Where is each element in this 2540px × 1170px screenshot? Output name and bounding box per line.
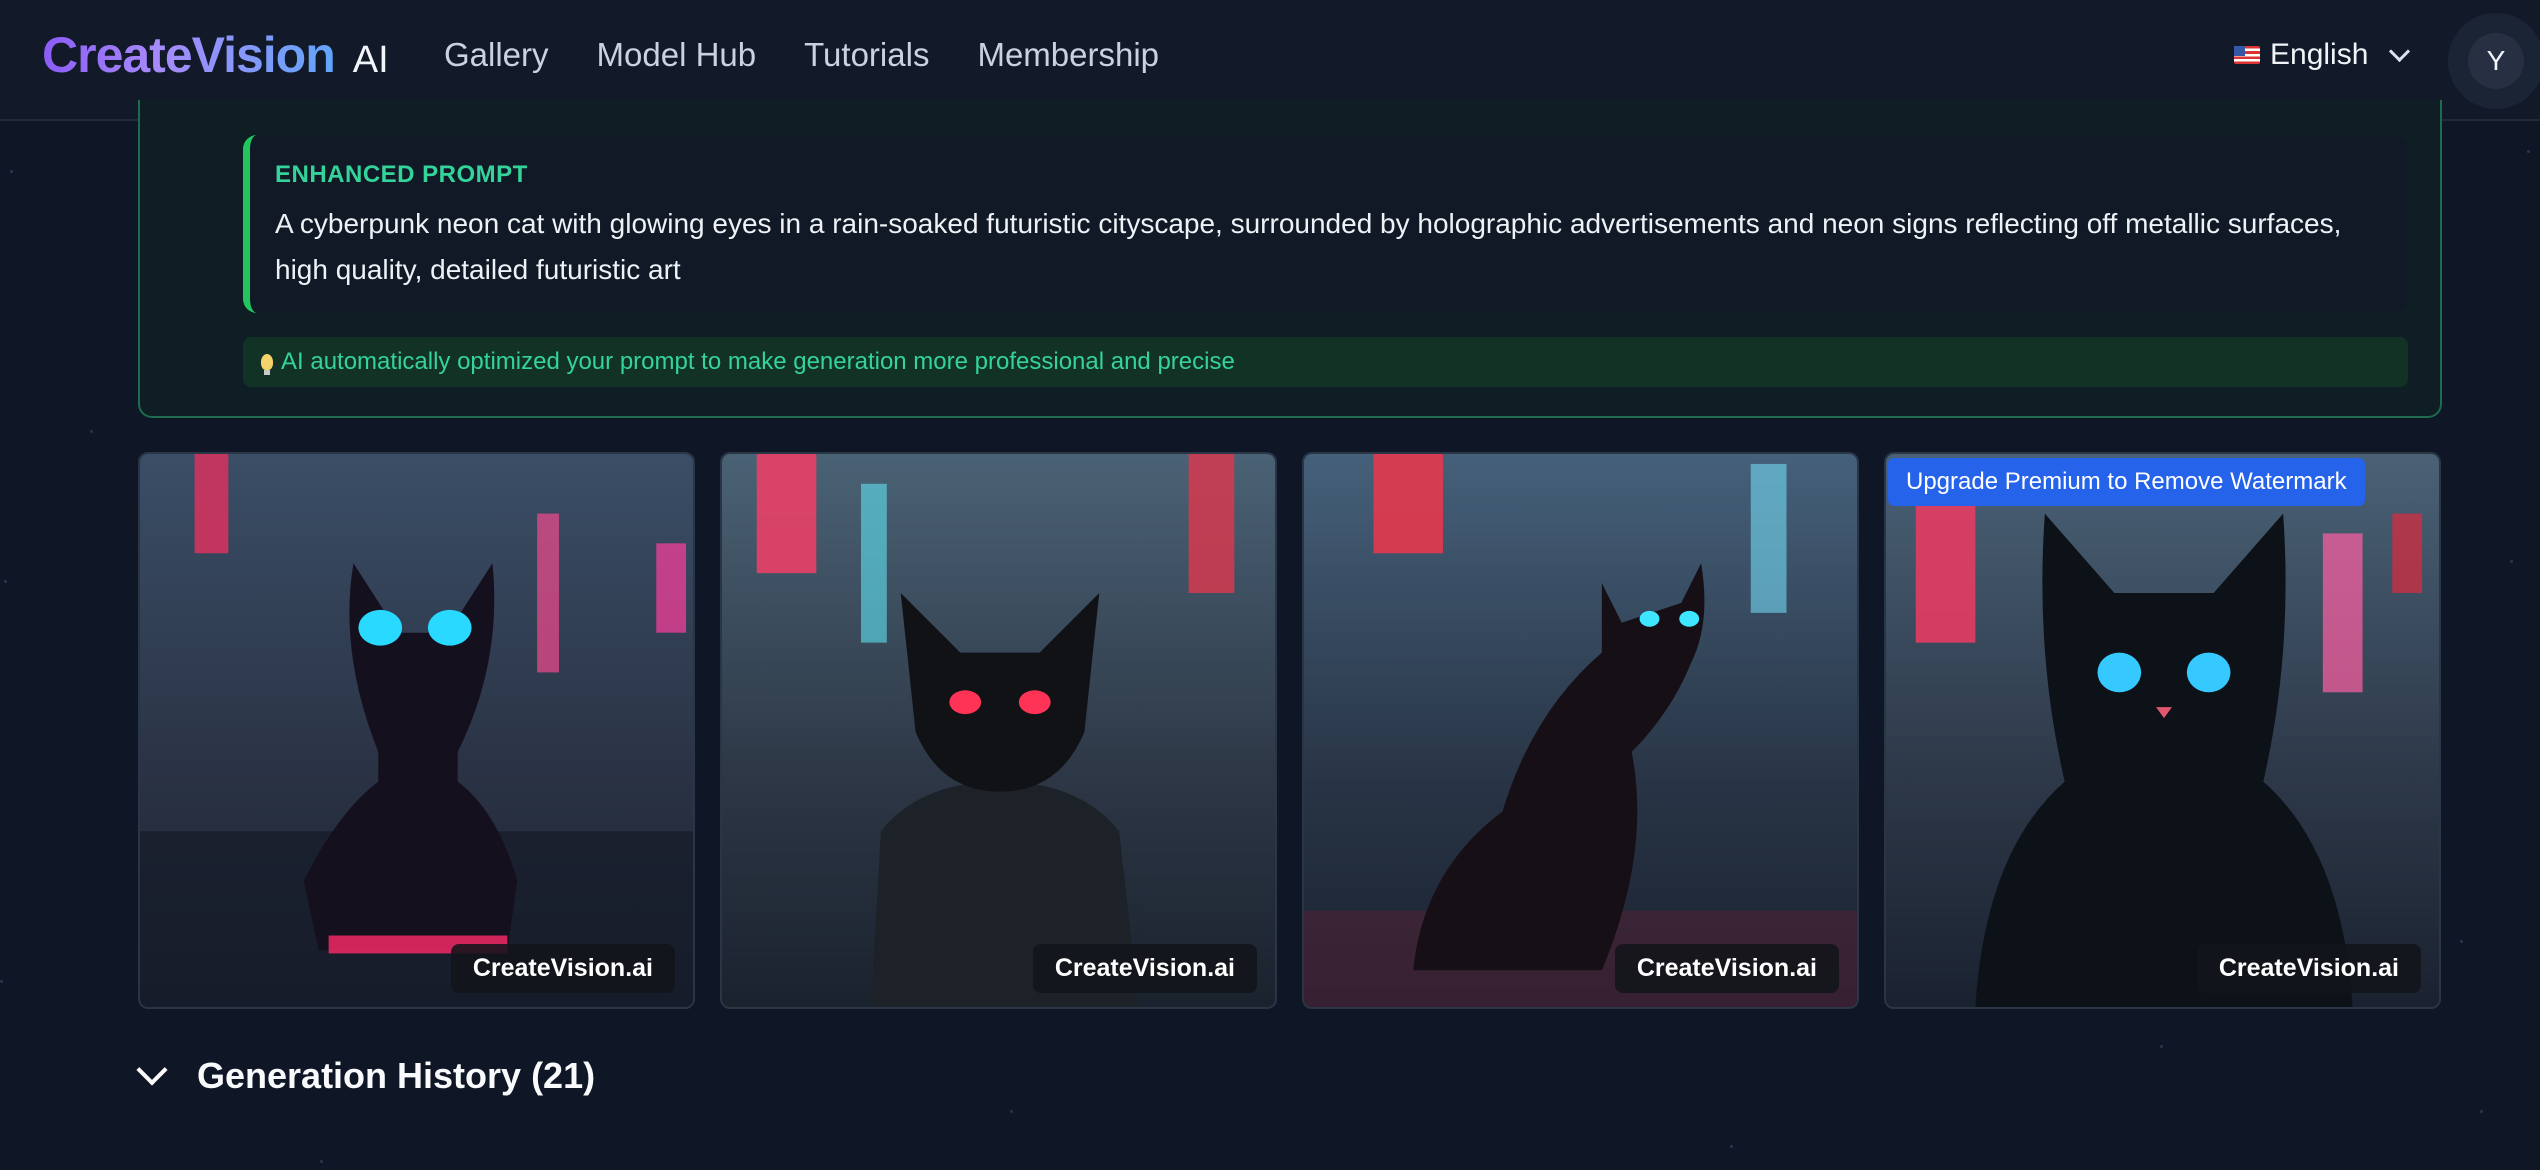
lightbulb-icon bbox=[261, 354, 273, 375]
language-selector[interactable]: English bbox=[2234, 38, 2411, 72]
logo-wordmark: CreateVision bbox=[42, 27, 336, 83]
enhanced-prompt-text: A cyberpunk neon cat with glowing eyes i… bbox=[275, 208, 2342, 285]
cat-image-2 bbox=[722, 454, 1275, 1007]
cat-image-1 bbox=[140, 454, 693, 1007]
generated-image-2[interactable]: CreateVision.ai bbox=[720, 452, 1277, 1009]
cat-image-4 bbox=[1886, 454, 2439, 1007]
nav-membership[interactable]: Membership bbox=[977, 36, 1159, 74]
enhanced-prompt-box: ENHANCED PROMPT A cyberpunk neon cat wit… bbox=[243, 135, 2408, 313]
generated-image-3[interactable]: CreateVision.ai bbox=[1302, 452, 1859, 1009]
optimization-tip: AI automatically optimized your prompt t… bbox=[243, 337, 2408, 387]
enhanced-prompt-title: ENHANCED PROMPT bbox=[275, 161, 528, 188]
watermark-label: CreateVision.ai bbox=[450, 944, 675, 993]
nav-tutorials[interactable]: Tutorials bbox=[804, 36, 929, 74]
generated-image-4[interactable]: Upgrade Premium to Remove Watermark Crea… bbox=[1884, 452, 2441, 1009]
watermark-label: CreateVision.ai bbox=[1032, 944, 1257, 993]
logo-suffix: AI bbox=[352, 39, 389, 81]
avatar: Y bbox=[2468, 33, 2524, 89]
chevron-down-icon bbox=[136, 1054, 168, 1086]
chevron-down-icon bbox=[2389, 40, 2411, 62]
user-menu-button[interactable]: Y bbox=[2448, 13, 2540, 109]
cat-image-3 bbox=[1304, 454, 1857, 1007]
nav-model-hub[interactable]: Model Hub bbox=[597, 36, 757, 74]
main-nav: Gallery Model Hub Tutorials Membership bbox=[444, 36, 1207, 74]
us-flag-icon bbox=[2234, 46, 2260, 64]
generated-image-1[interactable]: CreateVision.ai bbox=[138, 452, 695, 1009]
watermark-label: CreateVision.ai bbox=[2196, 944, 2421, 993]
generation-history-toggle[interactable]: Generation History (21) bbox=[136, 1054, 596, 1097]
nav-gallery[interactable]: Gallery bbox=[444, 36, 549, 74]
optimization-tip-text: AI automatically optimized your prompt t… bbox=[281, 348, 1235, 375]
app-logo[interactable]: CreateVision AI bbox=[42, 26, 389, 84]
upgrade-premium-badge[interactable]: Upgrade Premium to Remove Watermark bbox=[1888, 458, 2365, 506]
generation-history-title: Generation History (21) bbox=[197, 1055, 596, 1096]
watermark-label: CreateVision.ai bbox=[1614, 944, 1839, 993]
language-label: English bbox=[2270, 38, 2369, 71]
